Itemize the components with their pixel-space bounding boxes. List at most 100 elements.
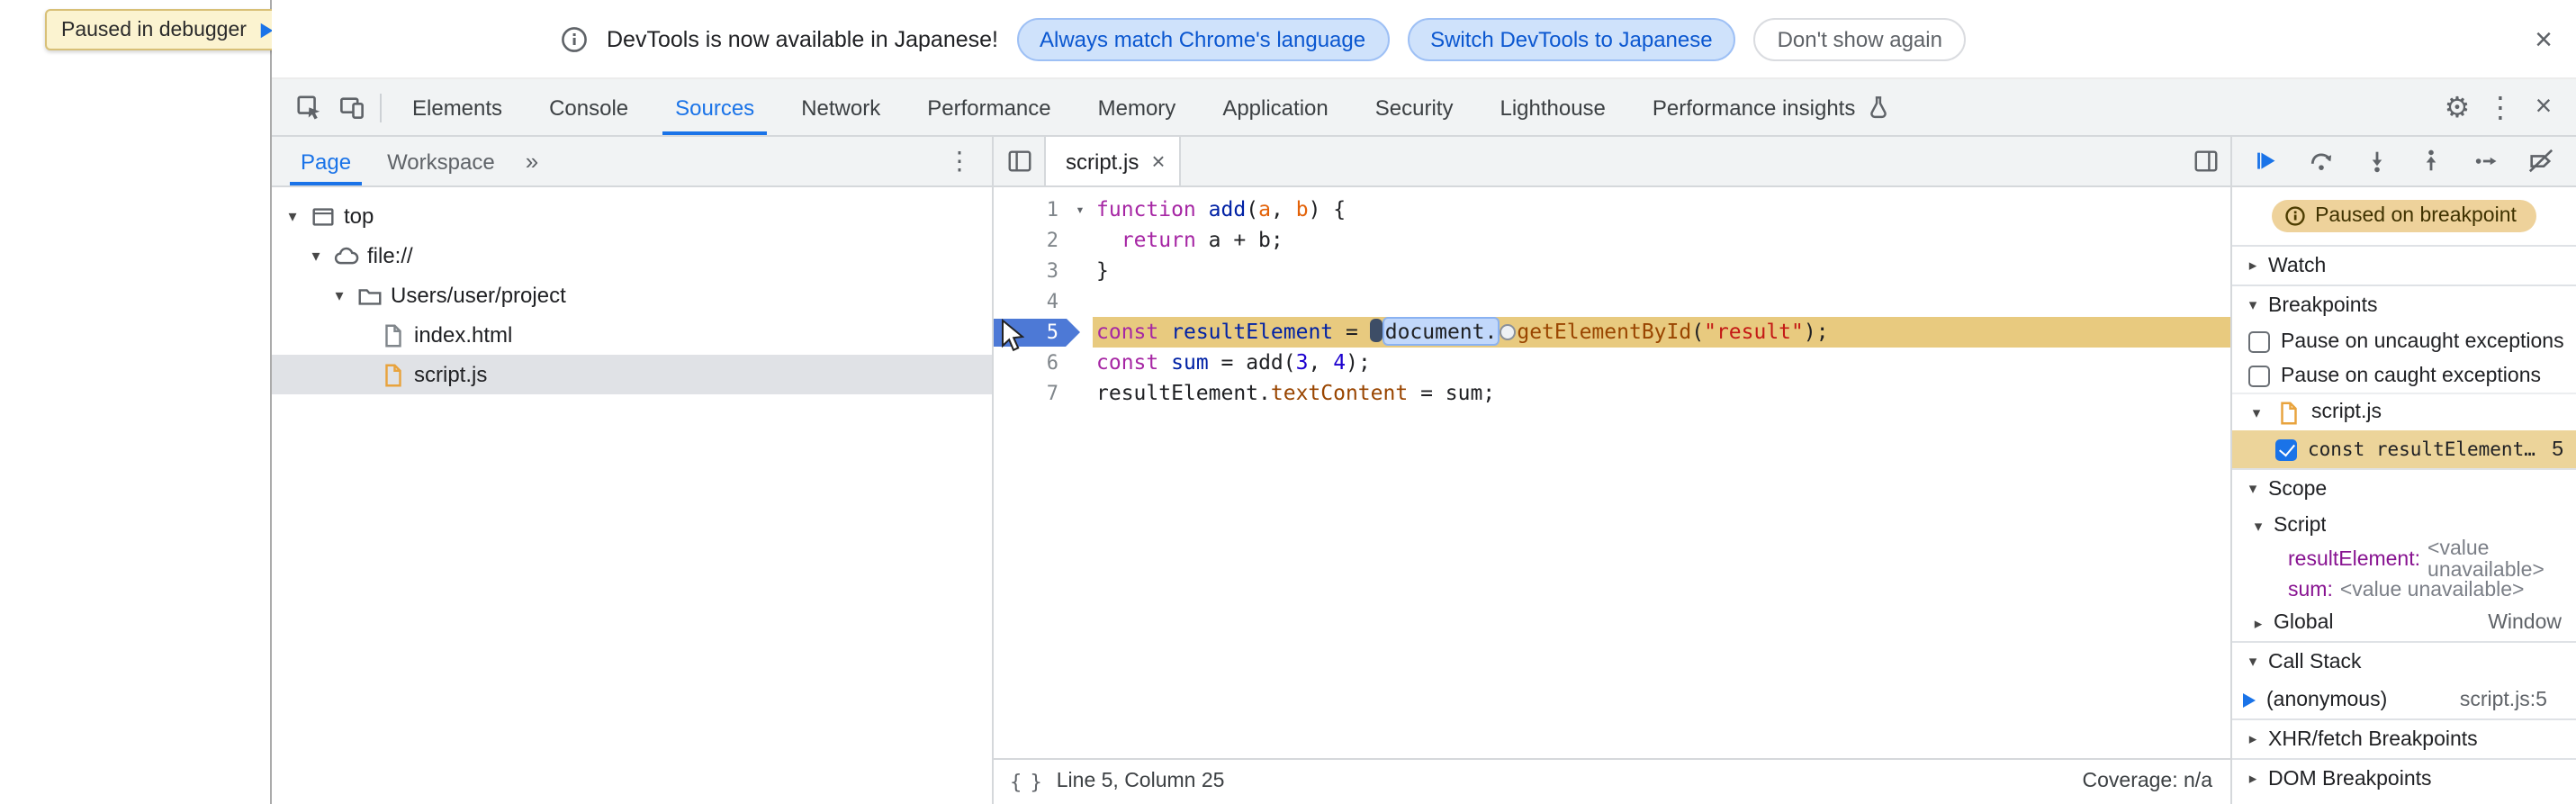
navigator-menu-icon[interactable]: ⋮ (938, 146, 981, 176)
section-arrow-icon[interactable]: ▾ (2243, 295, 2263, 315)
settings-gear-icon[interactable]: ⚙ (2436, 86, 2479, 129)
close-devtools-icon[interactable]: × (2522, 86, 2565, 129)
step-icon[interactable] (2471, 145, 2503, 177)
section-arrow-icon[interactable]: ▸ (2243, 256, 2263, 276)
pause-on-uncaught-exceptions-row[interactable]: Pause on uncaught exceptions (2232, 324, 2576, 358)
line-number[interactable]: 2 (994, 225, 1067, 256)
tab-memory[interactable]: Memory (1075, 79, 1200, 135)
checkbox[interactable] (2248, 330, 2270, 352)
section-dom-breakpoints[interactable]: ▸ DOM Breakpoints (2232, 758, 2576, 798)
toggle-navigator-icon[interactable] (994, 137, 1044, 185)
paused-banner-label: Paused in debugger (61, 19, 247, 41)
section-arrow-icon[interactable]: ▸ (2243, 729, 2263, 749)
more-options-icon[interactable]: ⋮ (2479, 86, 2522, 129)
coverage-label: Coverage: n/a (2082, 771, 2213, 792)
scope-arrow-icon[interactable]: ▸ (2248, 613, 2268, 633)
tab-sources[interactable]: Sources (652, 79, 778, 135)
toggle-debugger-sidebar-icon[interactable] (2180, 137, 2230, 185)
section-xhr-fetch-breakpoints[interactable]: ▸ XHR/fetch Breakpoints (2232, 718, 2576, 758)
tab-label: Performance (927, 95, 1051, 120)
section-breakpoints[interactable]: ▾ Breakpoints (2232, 285, 2576, 324)
tab-lighthouse[interactable]: Lighthouse (1476, 79, 1628, 135)
tree-item-index-html[interactable]: index.html (272, 315, 992, 355)
code-line-2: 2 return a + b; (994, 225, 2230, 256)
inline-dark-marker (1370, 319, 1383, 342)
code-line-text[interactable]: resultElement.textContent = sum; (1093, 378, 2230, 409)
tab-label: Application (1222, 95, 1329, 120)
toolbar-separator (380, 93, 382, 122)
scope-global[interactable]: ▸ Global Window (2232, 605, 2576, 641)
infobar-button-don-t-show-again[interactable]: Don't show again (1753, 17, 1966, 60)
section-arrow-icon[interactable]: ▾ (2243, 652, 2263, 672)
line-number[interactable]: 1 (994, 194, 1067, 225)
more-tabs-icon[interactable]: » (513, 148, 551, 175)
pause-on-caught-exceptions-row[interactable]: Pause on caught exceptions (2232, 358, 2576, 393)
scope-arrow-icon[interactable]: ▾ (2248, 516, 2268, 536)
tree-item-users-user-project[interactable]: ▾ Users/user/project (272, 276, 992, 315)
infobar-button-switch-devtools-to-japanese[interactable]: Switch DevTools to Japanese (1407, 17, 1736, 60)
tree-arrow-icon[interactable]: ▾ (329, 285, 349, 305)
infobar-button-always-match-chrome-s-language[interactable]: Always match Chrome's language (1016, 17, 1390, 60)
device-toolbar-icon[interactable] (329, 86, 373, 129)
line-number[interactable]: 4 (994, 286, 1067, 317)
infobar-close-icon[interactable]: × (2535, 23, 2553, 54)
resume-icon[interactable] (2250, 145, 2283, 177)
editor-statusbar: { } Line 5, Column 25 Coverage: n/a (994, 757, 2230, 804)
frame-icon (310, 203, 337, 230)
tab-elements[interactable]: Elements (389, 79, 526, 135)
code-line-text[interactable]: const sum = add(3, 4); (1093, 348, 2230, 378)
group-arrow-icon[interactable]: ▾ (2247, 402, 2266, 422)
fold-arrow-icon[interactable]: ▾ (1067, 194, 1093, 225)
code-token: resultElement. (1096, 380, 1271, 405)
section-arrow-icon[interactable]: ▸ (2243, 769, 2263, 789)
tree-arrow-icon[interactable]: ▾ (306, 246, 326, 266)
section-arrow-icon[interactable]: ▾ (2243, 479, 2263, 499)
navigator-tab-workspace[interactable]: Workspace (369, 137, 513, 185)
code-line-text[interactable]: function add(a, b) { (1093, 194, 2230, 225)
pretty-print-icon[interactable]: { } (1010, 770, 1042, 793)
tree-item-label: file:// (367, 243, 413, 268)
tab-application[interactable]: Application (1199, 79, 1351, 135)
line-number[interactable]: 7 (994, 378, 1067, 409)
tab-security[interactable]: Security (1352, 79, 1477, 135)
navigator-pane: Page Workspace » ⋮ ▾ top ▾ file:// ▾ Users/use… (272, 137, 994, 804)
close-tab-icon[interactable]: × (1151, 149, 1165, 173)
line-number[interactable]: 6 (994, 348, 1067, 378)
tree-item-top[interactable]: ▾ top (272, 196, 992, 236)
code-line-text[interactable]: const resultElement = document. getElemen… (1093, 317, 2230, 348)
tab-performance[interactable]: Performance (904, 79, 1074, 135)
code-token: = sum; (1408, 380, 1496, 405)
tab-network[interactable]: Network (778, 79, 904, 135)
section-scope[interactable]: ▾ Scope (2232, 468, 2576, 508)
step-over-icon[interactable] (2305, 145, 2337, 177)
code-line-text[interactable]: } (1093, 256, 2230, 286)
code-token: const (1096, 349, 1159, 375)
navigator-tab-page[interactable]: Page (283, 137, 369, 185)
call-stack-frame[interactable]: (anonymous) script.js:5 (2232, 681, 2576, 718)
section-call-stack[interactable]: ▾ Call Stack (2232, 641, 2576, 681)
execution-line-marker[interactable]: 5 (994, 318, 1080, 347)
code-line-text[interactable]: return a + b; (1093, 225, 2230, 256)
section-watch[interactable]: ▸ Watch (2232, 245, 2576, 285)
tab-performance-insights[interactable]: Performance insights (1629, 79, 1914, 135)
breakpoint-entry[interactable]: const resultElement = doc… 5 (2232, 430, 2576, 468)
code-token: "result" (1704, 319, 1804, 344)
breakpoint-checkbox[interactable] (2275, 438, 2297, 460)
tab-console[interactable]: Console (526, 79, 652, 135)
tab-label: Security (1374, 95, 1454, 120)
fold-gutter (1067, 378, 1093, 409)
code-line-3: 3} (994, 256, 2230, 286)
breakpoint-group-script-js[interactable]: ▾ script.js (2232, 393, 2576, 430)
step-into-icon[interactable] (2360, 145, 2392, 177)
line-number[interactable]: 3 (994, 256, 1067, 286)
inspect-element-icon[interactable] (286, 86, 329, 129)
file-tab-script-js[interactable]: script.js × (1044, 137, 1182, 185)
breakpoint-snippet: const resultElement = doc… (2308, 438, 2541, 460)
tree-item-file[interactable]: ▾ file:// (272, 236, 992, 276)
deactivate-breakpoints-icon[interactable] (2526, 145, 2558, 177)
tree-item-script-js[interactable]: script.js (272, 355, 992, 394)
step-out-icon[interactable] (2416, 145, 2448, 177)
code-line-text[interactable] (1093, 286, 2230, 317)
checkbox[interactable] (2248, 365, 2270, 386)
tree-arrow-icon[interactable]: ▾ (283, 206, 302, 226)
